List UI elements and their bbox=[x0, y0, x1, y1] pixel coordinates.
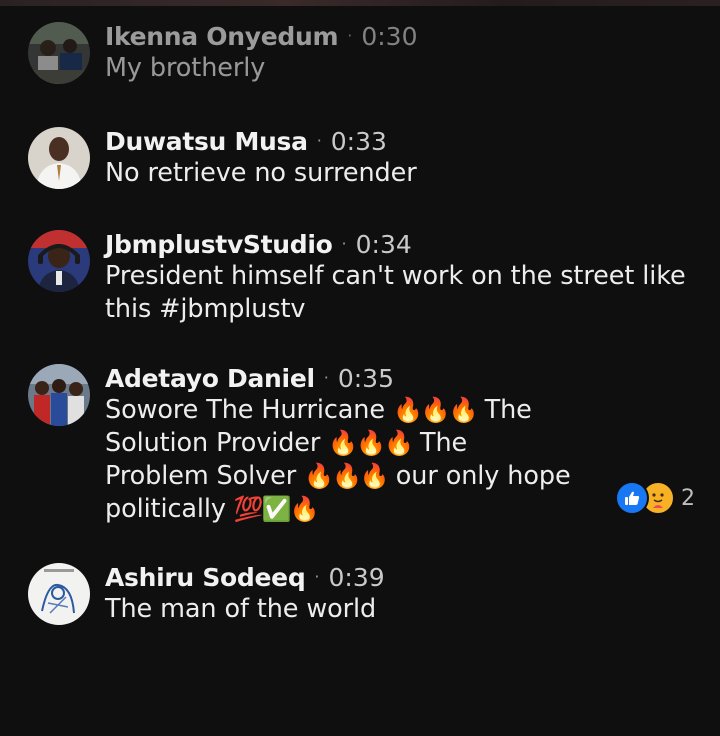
comment-author[interactable]: JbmplustvStudio bbox=[105, 230, 333, 259]
comment-text-line: President himself can't work on the stre… bbox=[105, 261, 686, 291]
separator-dot: · bbox=[314, 567, 320, 586]
comment-text-line: Sowore The Hurricane 🔥🔥🔥 The bbox=[105, 394, 708, 427]
top-edge-fade bbox=[0, 0, 720, 6]
like-icon bbox=[615, 481, 649, 515]
avatar[interactable] bbox=[28, 22, 90, 84]
comment-timestamp[interactable]: 0:34 bbox=[356, 230, 412, 259]
avatar[interactable] bbox=[28, 127, 90, 189]
comment-item: Ikenna Onyedum · 0:30 My brotherly bbox=[28, 22, 708, 92]
fire-emoji: 🔥 bbox=[289, 495, 320, 523]
hundred-points-emoji: 💯 bbox=[233, 495, 264, 523]
avatar[interactable] bbox=[28, 364, 90, 426]
fire-emoji: 🔥🔥🔥 bbox=[392, 396, 479, 424]
comment-text: No retrieve no surrender bbox=[105, 158, 417, 188]
fire-emoji: 🔥🔥🔥 bbox=[304, 462, 390, 490]
comment-author[interactable]: Ikenna Onyedum bbox=[105, 22, 339, 51]
comment-text: President himself can't work on the stre… bbox=[105, 260, 708, 326]
text-segment: Problem Solver bbox=[105, 461, 297, 491]
separator-dot: · bbox=[347, 26, 353, 45]
text-segment: our only hope bbox=[395, 461, 571, 491]
fire-emoji: 🔥🔥🔥 bbox=[328, 429, 414, 457]
check-mark-emoji: ✅ bbox=[261, 495, 292, 523]
comment-author[interactable]: Adetayo Daniel bbox=[105, 364, 315, 393]
text-segment: politically bbox=[105, 494, 226, 524]
text-segment: The bbox=[484, 395, 532, 425]
comment-text-line: Solution Provider 🔥🔥🔥 The bbox=[105, 427, 708, 460]
comment-item: JbmplustvStudio · 0:34 President himself… bbox=[28, 230, 708, 330]
comment-timestamp[interactable]: 0:35 bbox=[338, 364, 394, 393]
separator-dot: · bbox=[323, 368, 329, 387]
separator-dot: · bbox=[341, 234, 347, 253]
avatar[interactable] bbox=[28, 563, 90, 625]
comment-text: The man of the world bbox=[105, 594, 377, 624]
comment-item: Duwatsu Musa · 0:33 No retrieve no surre… bbox=[28, 127, 708, 197]
avatar[interactable] bbox=[28, 230, 90, 292]
separator-dot: · bbox=[316, 131, 322, 150]
comment-author[interactable]: Ashiru Sodeeq bbox=[105, 563, 306, 592]
comment-text: My brotherly bbox=[105, 53, 266, 83]
comment-item: Adetayo Daniel · 0:35 Sowore The Hurrica… bbox=[28, 364, 708, 534]
text-segment: Sowore The Hurricane bbox=[105, 395, 385, 425]
comment-author[interactable]: Duwatsu Musa bbox=[105, 127, 308, 156]
reaction-count: 2 bbox=[681, 485, 695, 511]
text-segment: The bbox=[419, 428, 468, 458]
comment-text-line: this #jbmplustv bbox=[105, 294, 306, 324]
comment-timestamp[interactable]: 0:33 bbox=[331, 127, 387, 156]
comment-item: Ashiru Sodeeq · 0:39 The man of the worl… bbox=[28, 563, 708, 633]
text-segment: Solution Provider bbox=[105, 428, 321, 458]
reaction-summary[interactable]: 2 bbox=[615, 481, 695, 515]
comment-timestamp[interactable]: 0:39 bbox=[329, 563, 385, 592]
comment-timestamp[interactable]: 0:30 bbox=[361, 22, 417, 51]
